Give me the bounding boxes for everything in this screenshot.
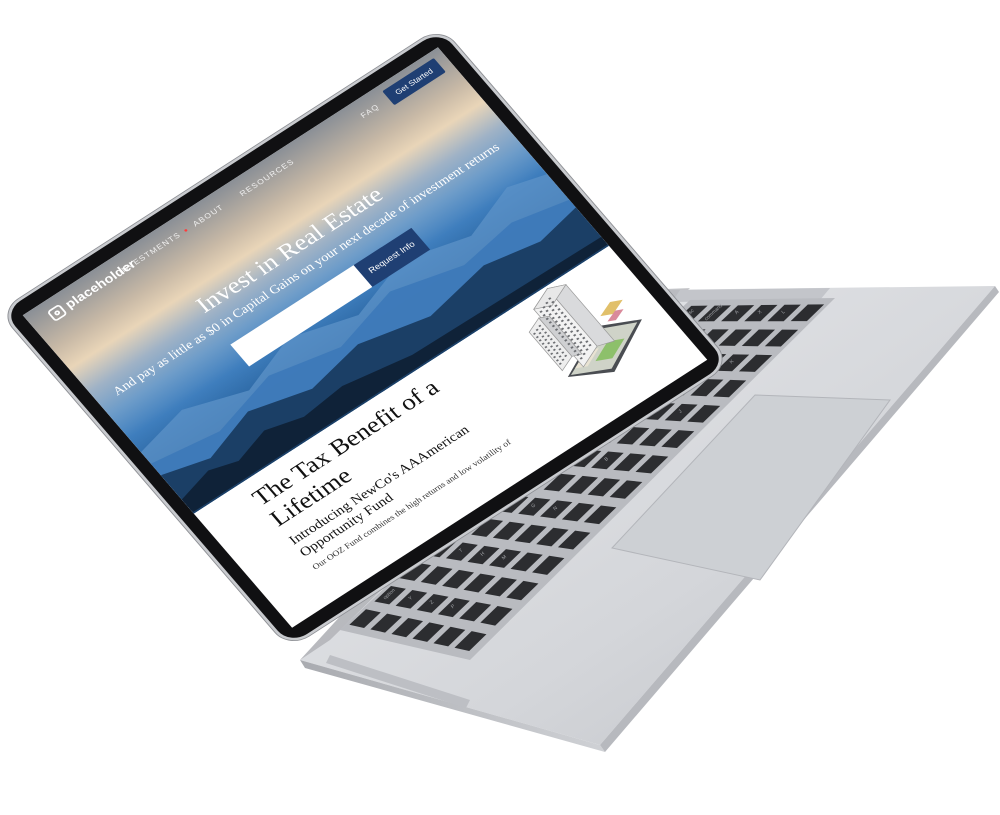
nav-item-faq[interactable]: FAQ [359,102,381,119]
nav-item-about[interactable]: ABOUT [191,203,225,228]
get-started-button[interactable]: Get Started [382,57,446,106]
nav-item-investments[interactable]: INVESTMENTS [117,226,190,276]
nav-indicator-dot [184,228,189,233]
logo-icon [46,303,68,322]
laptop-mockup: esctabcaps lockshiftfncontroloptioncomma… [0,0,1000,815]
nav-item-resources[interactable]: RESOURCES [238,157,296,198]
